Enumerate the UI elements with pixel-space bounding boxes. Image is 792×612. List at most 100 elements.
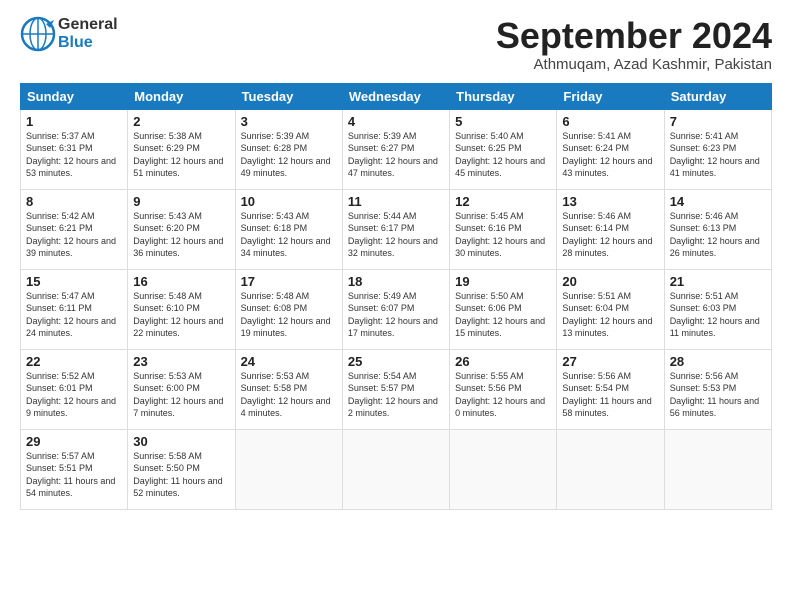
day-info: Sunrise: 5:42 AMSunset: 6:21 PMDaylight:… (26, 210, 122, 260)
calendar-header-row: Sunday Monday Tuesday Wednesday Thursday… (21, 83, 772, 109)
day-number: 3 (241, 114, 337, 129)
day-number: 20 (562, 274, 658, 289)
logo-blue: Blue (58, 34, 118, 52)
globe-icon (20, 16, 56, 52)
day-number: 11 (348, 194, 444, 209)
day-info: Sunrise: 5:51 AMSunset: 6:04 PMDaylight:… (562, 290, 658, 340)
day-info: Sunrise: 5:46 AMSunset: 6:14 PMDaylight:… (562, 210, 658, 260)
calendar-cell: 3Sunrise: 5:39 AMSunset: 6:28 PMDaylight… (235, 109, 342, 189)
calendar-cell (450, 429, 557, 509)
calendar-cell: 26Sunrise: 5:55 AMSunset: 5:56 PMDayligh… (450, 349, 557, 429)
day-number: 24 (241, 354, 337, 369)
calendar-cell: 29Sunrise: 5:57 AMSunset: 5:51 PMDayligh… (21, 429, 128, 509)
calendar-cell: 8Sunrise: 5:42 AMSunset: 6:21 PMDaylight… (21, 189, 128, 269)
day-number: 9 (133, 194, 229, 209)
day-number: 23 (133, 354, 229, 369)
day-info: Sunrise: 5:37 AMSunset: 6:31 PMDaylight:… (26, 130, 122, 180)
calendar-cell: 4Sunrise: 5:39 AMSunset: 6:27 PMDaylight… (342, 109, 449, 189)
calendar-cell: 9Sunrise: 5:43 AMSunset: 6:20 PMDaylight… (128, 189, 235, 269)
day-info: Sunrise: 5:58 AMSunset: 5:50 PMDaylight:… (133, 450, 229, 500)
day-number: 22 (26, 354, 122, 369)
table-row: 29Sunrise: 5:57 AMSunset: 5:51 PMDayligh… (21, 429, 772, 509)
day-info: Sunrise: 5:39 AMSunset: 6:27 PMDaylight:… (348, 130, 444, 180)
day-number: 16 (133, 274, 229, 289)
col-monday: Monday (128, 83, 235, 109)
table-row: 15Sunrise: 5:47 AMSunset: 6:11 PMDayligh… (21, 269, 772, 349)
logo: General Blue (20, 16, 118, 52)
day-info: Sunrise: 5:54 AMSunset: 5:57 PMDaylight:… (348, 370, 444, 420)
calendar-cell: 18Sunrise: 5:49 AMSunset: 6:07 PMDayligh… (342, 269, 449, 349)
day-number: 4 (348, 114, 444, 129)
calendar-cell: 16Sunrise: 5:48 AMSunset: 6:10 PMDayligh… (128, 269, 235, 349)
calendar-cell: 25Sunrise: 5:54 AMSunset: 5:57 PMDayligh… (342, 349, 449, 429)
day-number: 26 (455, 354, 551, 369)
day-number: 28 (670, 354, 766, 369)
calendar-cell: 10Sunrise: 5:43 AMSunset: 6:18 PMDayligh… (235, 189, 342, 269)
day-info: Sunrise: 5:55 AMSunset: 5:56 PMDaylight:… (455, 370, 551, 420)
calendar-cell: 30Sunrise: 5:58 AMSunset: 5:50 PMDayligh… (128, 429, 235, 509)
calendar-cell: 19Sunrise: 5:50 AMSunset: 6:06 PMDayligh… (450, 269, 557, 349)
day-number: 21 (670, 274, 766, 289)
calendar-cell (557, 429, 664, 509)
day-info: Sunrise: 5:48 AMSunset: 6:08 PMDaylight:… (241, 290, 337, 340)
calendar-cell: 22Sunrise: 5:52 AMSunset: 6:01 PMDayligh… (21, 349, 128, 429)
day-number: 30 (133, 434, 229, 449)
title-section: September 2024 Athmuqam, Azad Kashmir, P… (496, 16, 772, 73)
calendar-cell: 13Sunrise: 5:46 AMSunset: 6:14 PMDayligh… (557, 189, 664, 269)
calendar-cell: 14Sunrise: 5:46 AMSunset: 6:13 PMDayligh… (664, 189, 771, 269)
day-number: 29 (26, 434, 122, 449)
calendar-cell: 28Sunrise: 5:56 AMSunset: 5:53 PMDayligh… (664, 349, 771, 429)
day-info: Sunrise: 5:57 AMSunset: 5:51 PMDaylight:… (26, 450, 122, 500)
day-number: 25 (348, 354, 444, 369)
day-info: Sunrise: 5:40 AMSunset: 6:25 PMDaylight:… (455, 130, 551, 180)
day-number: 12 (455, 194, 551, 209)
day-number: 1 (26, 114, 122, 129)
day-number: 7 (670, 114, 766, 129)
day-number: 10 (241, 194, 337, 209)
calendar-cell: 24Sunrise: 5:53 AMSunset: 5:58 PMDayligh… (235, 349, 342, 429)
day-info: Sunrise: 5:50 AMSunset: 6:06 PMDaylight:… (455, 290, 551, 340)
day-info: Sunrise: 5:45 AMSunset: 6:16 PMDaylight:… (455, 210, 551, 260)
month-title: September 2024 (496, 16, 772, 56)
calendar-cell: 15Sunrise: 5:47 AMSunset: 6:11 PMDayligh… (21, 269, 128, 349)
header: General Blue September 2024 Athmuqam, Az… (20, 16, 772, 73)
day-info: Sunrise: 5:46 AMSunset: 6:13 PMDaylight:… (670, 210, 766, 260)
day-number: 27 (562, 354, 658, 369)
day-info: Sunrise: 5:52 AMSunset: 6:01 PMDaylight:… (26, 370, 122, 420)
day-info: Sunrise: 5:56 AMSunset: 5:54 PMDaylight:… (562, 370, 658, 420)
day-number: 2 (133, 114, 229, 129)
table-row: 1Sunrise: 5:37 AMSunset: 6:31 PMDaylight… (21, 109, 772, 189)
day-number: 18 (348, 274, 444, 289)
day-info: Sunrise: 5:39 AMSunset: 6:28 PMDaylight:… (241, 130, 337, 180)
col-sunday: Sunday (21, 83, 128, 109)
day-number: 15 (26, 274, 122, 289)
day-info: Sunrise: 5:41 AMSunset: 6:23 PMDaylight:… (670, 130, 766, 180)
col-friday: Friday (557, 83, 664, 109)
day-info: Sunrise: 5:41 AMSunset: 6:24 PMDaylight:… (562, 130, 658, 180)
calendar-cell (664, 429, 771, 509)
day-info: Sunrise: 5:38 AMSunset: 6:29 PMDaylight:… (133, 130, 229, 180)
col-thursday: Thursday (450, 83, 557, 109)
page: General Blue September 2024 Athmuqam, Az… (0, 0, 792, 612)
col-wednesday: Wednesday (342, 83, 449, 109)
calendar-cell: 20Sunrise: 5:51 AMSunset: 6:04 PMDayligh… (557, 269, 664, 349)
col-tuesday: Tuesday (235, 83, 342, 109)
day-number: 5 (455, 114, 551, 129)
logo-general: General (58, 16, 118, 34)
calendar-cell: 5Sunrise: 5:40 AMSunset: 6:25 PMDaylight… (450, 109, 557, 189)
calendar-cell: 23Sunrise: 5:53 AMSunset: 6:00 PMDayligh… (128, 349, 235, 429)
day-info: Sunrise: 5:43 AMSunset: 6:18 PMDaylight:… (241, 210, 337, 260)
day-info: Sunrise: 5:53 AMSunset: 5:58 PMDaylight:… (241, 370, 337, 420)
calendar-cell (235, 429, 342, 509)
day-number: 17 (241, 274, 337, 289)
day-info: Sunrise: 5:47 AMSunset: 6:11 PMDaylight:… (26, 290, 122, 340)
day-number: 6 (562, 114, 658, 129)
calendar-cell: 21Sunrise: 5:51 AMSunset: 6:03 PMDayligh… (664, 269, 771, 349)
table-row: 22Sunrise: 5:52 AMSunset: 6:01 PMDayligh… (21, 349, 772, 429)
day-number: 13 (562, 194, 658, 209)
calendar-cell: 12Sunrise: 5:45 AMSunset: 6:16 PMDayligh… (450, 189, 557, 269)
calendar-table: Sunday Monday Tuesday Wednesday Thursday… (20, 83, 772, 510)
day-info: Sunrise: 5:44 AMSunset: 6:17 PMDaylight:… (348, 210, 444, 260)
day-number: 8 (26, 194, 122, 209)
day-number: 19 (455, 274, 551, 289)
